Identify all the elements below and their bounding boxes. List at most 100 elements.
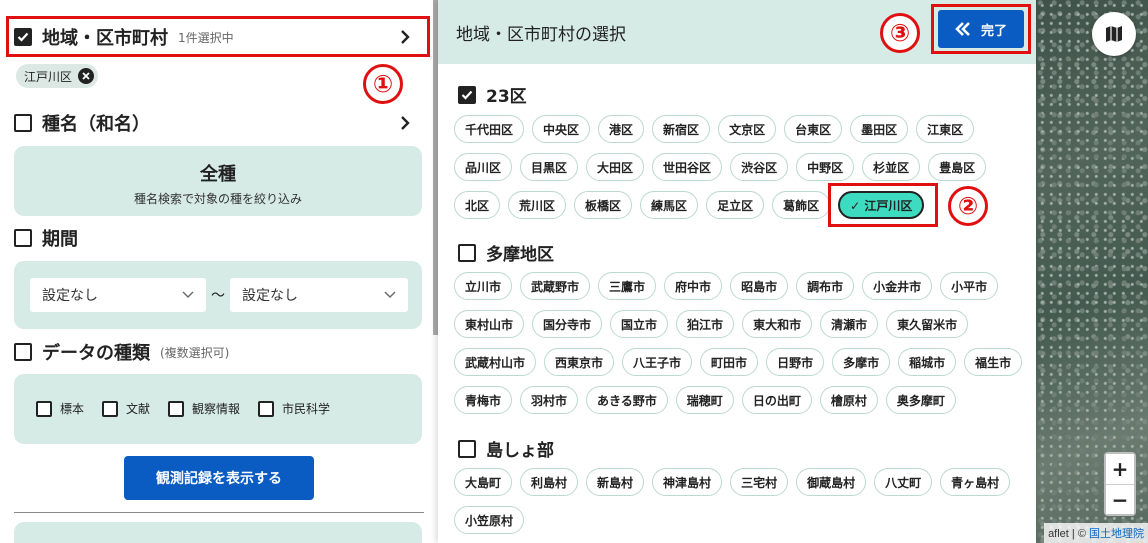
- region-chip[interactable]: 奥多摩町: [885, 386, 956, 414]
- region-chip[interactable]: あきる野市: [586, 386, 668, 414]
- remove-chip-icon[interactable]: [78, 68, 95, 84]
- region-chip[interactable]: 国立市: [610, 310, 669, 338]
- region-chip[interactable]: 福生市: [964, 348, 1023, 376]
- attribution-link[interactable]: 国土地理院: [1089, 528, 1144, 540]
- region-chip[interactable]: 神津島村: [652, 468, 723, 496]
- region-chip[interactable]: 世田谷区: [652, 153, 723, 181]
- region-chip[interactable]: 大田区: [586, 153, 645, 181]
- region-chip[interactable]: 小笠原村: [454, 506, 525, 534]
- region-chip[interactable]: 檜原村: [819, 386, 878, 414]
- checkbox[interactable]: [36, 400, 52, 417]
- region-chip[interactable]: 青ヶ島村: [940, 468, 1011, 496]
- region-chip[interactable]: 稲城市: [898, 348, 957, 376]
- region-chip[interactable]: 利島村: [520, 468, 579, 496]
- region-chip[interactable]: 小金井市: [862, 272, 933, 300]
- region-chip[interactable]: 青梅市: [454, 386, 513, 414]
- region-chip[interactable]: 東久留米市: [886, 310, 969, 338]
- zoom-in-button[interactable]: +: [1106, 454, 1134, 484]
- selected-region-chip[interactable]: 江戸川区: [16, 64, 99, 88]
- region-chip[interactable]: 多摩市: [832, 348, 891, 376]
- region-chip[interactable]: 練馬区: [640, 191, 699, 219]
- show-records-button[interactable]: 観測記録を表示する: [124, 456, 314, 500]
- checkbox[interactable]: [102, 400, 119, 417]
- datatype-section-header[interactable]: データの種類 (複数選択可): [14, 335, 229, 369]
- region-chip[interactable]: 国分寺市: [532, 310, 603, 338]
- region-chip[interactable]: 豊島区: [928, 153, 987, 181]
- region-chip[interactable]: 東村山市: [454, 310, 525, 338]
- region-chip[interactable]: 三鷹市: [598, 272, 657, 300]
- region-chip[interactable]: 八王子市: [622, 348, 693, 376]
- map-view[interactable]: + − aflet | © 国土地理院: [1036, 0, 1148, 543]
- region-chip[interactable]: 文京区: [718, 115, 777, 143]
- all-species-card[interactable]: 全種 種名検索で対象の種を絞り込み: [14, 146, 422, 216]
- region-chip[interactable]: 葛飾区: [772, 191, 831, 219]
- datatype-option-citizen-science[interactable]: 市民科学: [258, 400, 330, 417]
- datatype-option-literature[interactable]: 文献: [102, 400, 150, 417]
- species-checkbox[interactable]: [14, 114, 32, 132]
- option-label: 標本: [60, 402, 85, 416]
- region-chip[interactable]: 御蔵島村: [796, 468, 867, 496]
- period-to-select[interactable]: 設定なし: [230, 278, 408, 312]
- checkbox[interactable]: [168, 400, 185, 417]
- filter-panel: 地域・区市町村 1件選択中 江戸川区 ① 種名（和名） 全種 種名検索で対象の種…: [0, 0, 436, 543]
- map-layer-button[interactable]: [1092, 12, 1136, 56]
- region-chip[interactable]: 日野市: [766, 348, 825, 376]
- region-chip[interactable]: 立川市: [454, 272, 513, 300]
- region-chip[interactable]: 昭島市: [730, 272, 789, 300]
- region-chip[interactable]: 目黒区: [520, 153, 579, 181]
- region-chip[interactable]: 羽村市: [520, 386, 579, 414]
- region-chip[interactable]: 狛江市: [676, 310, 735, 338]
- region-chip[interactable]: 千代田区: [454, 115, 525, 143]
- region-chip[interactable]: 小平市: [940, 272, 999, 300]
- region-chip[interactable]: 武蔵野市: [520, 272, 591, 300]
- option-label: 市民科学: [282, 402, 331, 416]
- group-23ku-header[interactable]: 23区: [458, 82, 527, 107]
- region-chip[interactable]: 足立区: [706, 191, 765, 219]
- region-chip[interactable]: 中央区: [532, 115, 591, 143]
- region-chip[interactable]: 台東区: [784, 115, 843, 143]
- region-chip[interactable]: 府中市: [664, 272, 723, 300]
- datatype-option-specimen[interactable]: 標本: [36, 400, 84, 417]
- map-icon: [1106, 26, 1122, 42]
- period-section-header[interactable]: 期間: [14, 221, 78, 255]
- region-chip[interactable]: 北区: [454, 191, 501, 219]
- region-chip[interactable]: 瑞穂町: [675, 386, 734, 414]
- group-tama-checkbox[interactable]: [458, 243, 476, 262]
- chevron-down-icon: [384, 291, 396, 298]
- group-tama-title: 多摩地区: [486, 245, 554, 265]
- group-tama-header[interactable]: 多摩地区: [458, 240, 554, 265]
- period-checkbox[interactable]: [14, 229, 32, 247]
- datatype-option-observation[interactable]: 観察情報: [168, 400, 240, 417]
- region-chip[interactable]: 港区: [598, 115, 645, 143]
- group-23ku-checkbox[interactable]: [458, 85, 476, 104]
- region-chip[interactable]: 渋谷区: [730, 153, 789, 181]
- region-chip[interactable]: 西東京市: [544, 348, 615, 376]
- group-islands-header[interactable]: 島しょ部: [458, 436, 554, 461]
- datatype-checkbox[interactable]: [14, 343, 32, 361]
- region-chip[interactable]: 町田市: [700, 348, 759, 376]
- region-chip[interactable]: 清瀬市: [820, 310, 879, 338]
- region-chip[interactable]: 三宅村: [730, 468, 789, 496]
- region-chip[interactable]: 東大和市: [742, 310, 813, 338]
- region-chip[interactable]: 大島町: [454, 468, 513, 496]
- all-species-subtitle: 種名検索で対象の種を絞り込み: [133, 192, 302, 206]
- region-chip[interactable]: 荒川区: [508, 191, 567, 219]
- region-chip[interactable]: 板橋区: [574, 191, 633, 219]
- region-chip[interactable]: 日の出町: [741, 386, 812, 414]
- group-islands-checkbox[interactable]: [458, 439, 476, 458]
- highlight-edogawa-chip: [828, 183, 938, 227]
- region-chip[interactable]: 江東区: [916, 115, 975, 143]
- region-chip[interactable]: 墨田区: [850, 115, 909, 143]
- period-from-select[interactable]: 設定なし: [30, 278, 206, 312]
- species-section-header[interactable]: 種名（和名）: [14, 106, 424, 140]
- region-chip[interactable]: 新宿区: [652, 115, 711, 143]
- region-chip[interactable]: 武蔵村山市: [454, 348, 537, 376]
- zoom-out-button[interactable]: −: [1106, 484, 1134, 514]
- checkbox[interactable]: [258, 400, 275, 417]
- region-chip[interactable]: 新島村: [586, 468, 645, 496]
- region-chip[interactable]: 中野区: [796, 153, 855, 181]
- region-chip[interactable]: 杉並区: [862, 153, 921, 181]
- region-chip[interactable]: 品川区: [454, 153, 513, 181]
- region-chip[interactable]: 調布市: [796, 272, 855, 300]
- region-chip[interactable]: 八丈町: [874, 468, 933, 496]
